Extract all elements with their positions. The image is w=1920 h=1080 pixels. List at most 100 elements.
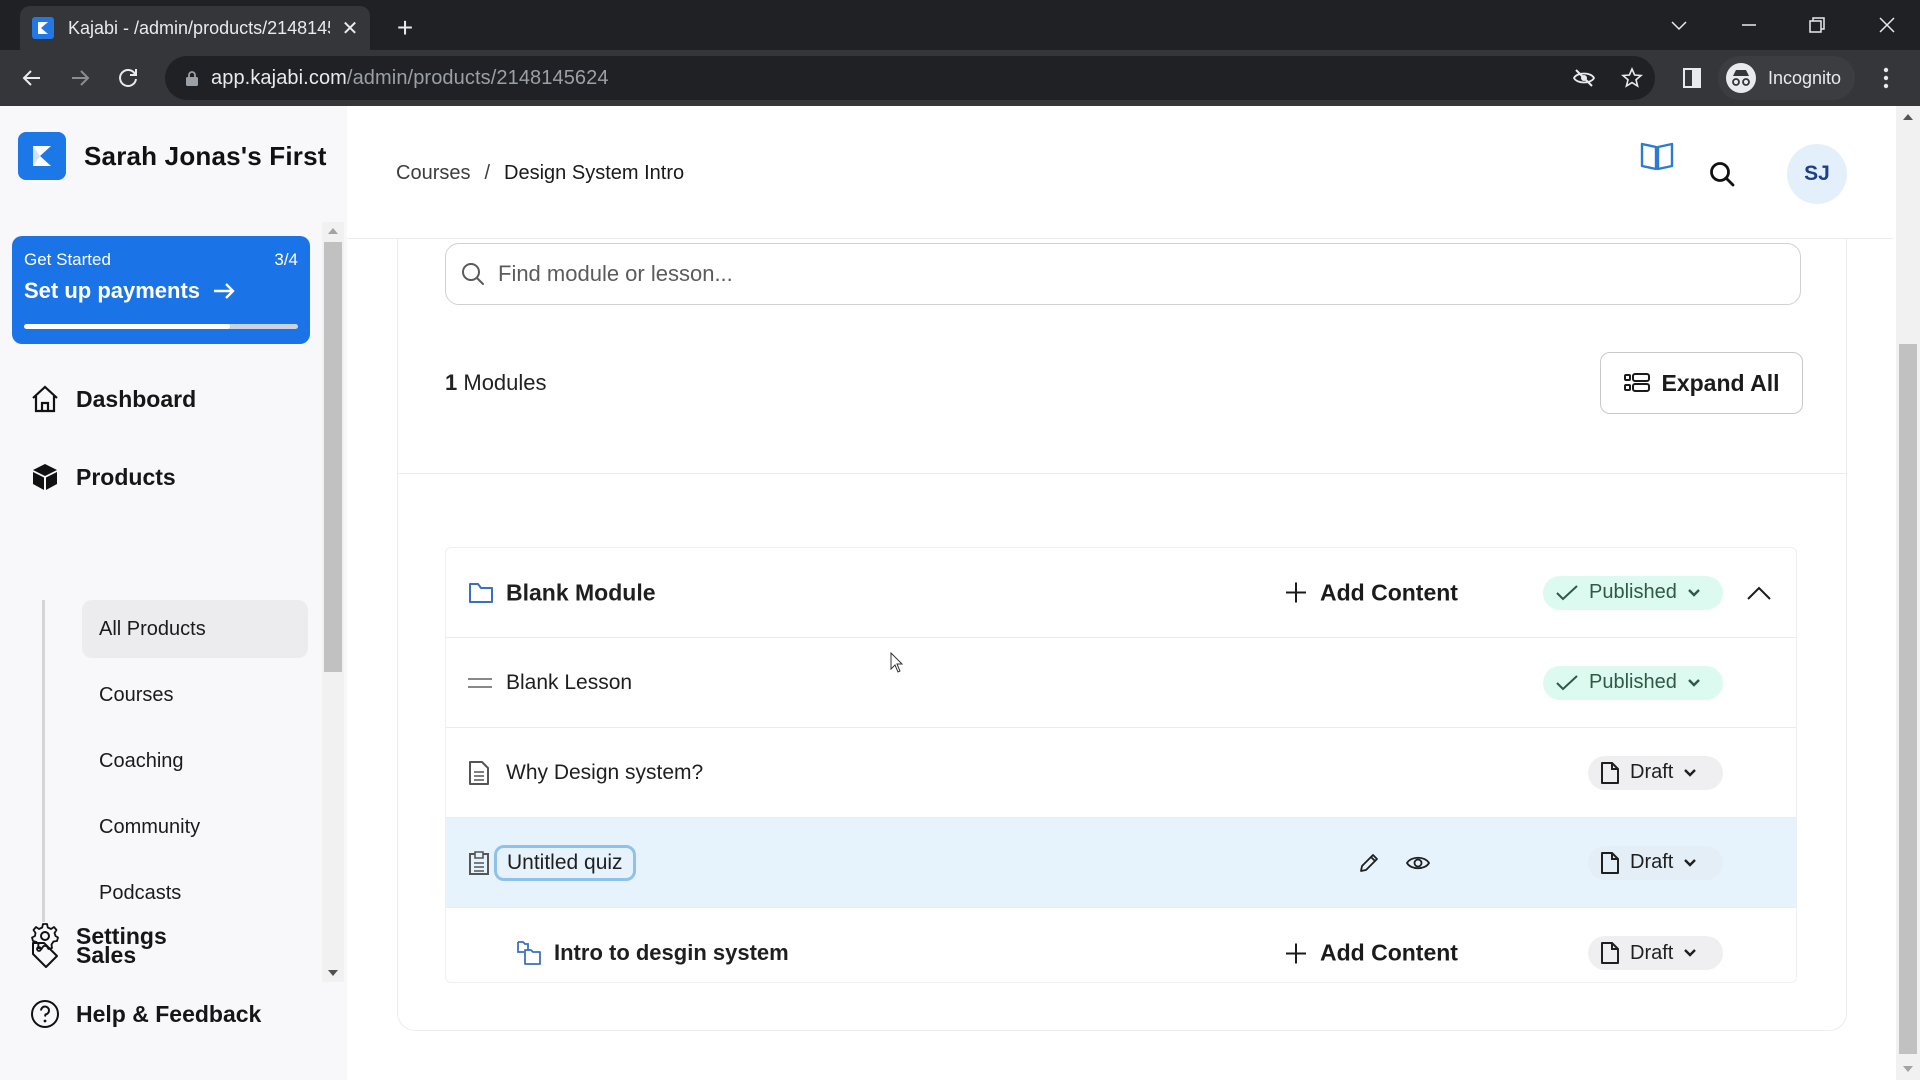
lesson-title[interactable]: Blank Lesson: [506, 671, 632, 695]
scroll-up-arrow-icon[interactable]: [328, 228, 338, 234]
quiz-icon: [469, 850, 489, 875]
search-icon[interactable]: [1708, 160, 1736, 188]
incognito-icon: [1726, 63, 1756, 93]
brand[interactable]: Sarah Jonas's First: [18, 132, 327, 180]
module-status-dropdown[interactable]: Published: [1543, 575, 1723, 610]
sidebar-item-community[interactable]: Community: [82, 798, 308, 856]
lock-icon: [186, 71, 198, 86]
sidebar-item-products[interactable]: Products: [30, 457, 176, 497]
chevron-down-icon: [1684, 858, 1697, 867]
add-content-button[interactable]: Add Content: [1284, 940, 1458, 967]
plus-icon: [1286, 943, 1306, 963]
chevron-down-icon: [1687, 588, 1700, 597]
add-content-button[interactable]: Add Content: [1284, 579, 1458, 606]
kajabi-logo-icon: [18, 132, 66, 180]
lesson-title-focused[interactable]: Untitled quiz: [494, 844, 636, 881]
scroll-down-arrow-icon[interactable]: [328, 970, 338, 976]
lesson-row[interactable]: Blank Lesson Published: [446, 638, 1796, 728]
divider: [398, 473, 1846, 474]
sidebar-item-all-products[interactable]: All Products: [82, 600, 308, 658]
book-icon[interactable]: [1640, 140, 1674, 172]
pencil-edit-icon[interactable]: [1357, 851, 1381, 875]
breadcrumb-current: Design System Intro: [504, 162, 685, 184]
page-scroll-down-icon[interactable]: [1903, 1066, 1913, 1072]
sidebar-item-settings[interactable]: Settings: [30, 916, 167, 956]
bookmark-star-icon[interactable]: [1620, 66, 1644, 90]
tab-close-icon[interactable]: ✕: [340, 16, 360, 41]
lesson-status-dropdown[interactable]: Draft: [1588, 755, 1723, 790]
list-icon: [1623, 373, 1650, 392]
lesson-row-selected[interactable]: Untitled quiz Draft: [446, 818, 1796, 908]
submodule-row[interactable]: Intro to desgin system Add Content Draft: [446, 908, 1796, 998]
browser-menu-icon[interactable]: [1876, 62, 1896, 94]
help-circle-icon: [30, 999, 60, 1029]
check-icon: [1556, 584, 1578, 600]
url-text: app.kajabi.com/admin/products/2148145624: [211, 66, 609, 89]
get-started-count: 3/4: [274, 250, 298, 269]
document-icon: [469, 760, 489, 785]
draft-file-icon: [1601, 942, 1619, 964]
check-icon: [1556, 674, 1578, 690]
sidebar-item-coaching[interactable]: Coaching: [82, 732, 308, 790]
kajabi-favicon-icon: [32, 17, 54, 39]
sidebar-item-help[interactable]: Help & Feedback: [30, 994, 261, 1034]
submodule-title[interactable]: Intro to desgin system: [554, 940, 789, 966]
gear-icon: [30, 921, 60, 951]
course-outline-card: 1 Modules Expand All Blank Module Add Co…: [397, 239, 1847, 1031]
address-bar[interactable]: app.kajabi.com/admin/products/2148145624: [165, 56, 1655, 100]
lesson-row[interactable]: Why Design system? Draft: [446, 728, 1796, 818]
page-scrollbar[interactable]: [1896, 106, 1920, 1080]
eye-off-icon[interactable]: [1572, 66, 1596, 90]
browser-tab[interactable]: Kajabi - /admin/products/2148145624 ✕: [20, 6, 370, 50]
expand-all-button[interactable]: Expand All: [1600, 352, 1803, 414]
lesson-status-dropdown[interactable]: Published: [1543, 665, 1723, 700]
side-panel-icon[interactable]: [1680, 66, 1704, 90]
site-name: Sarah Jonas's First: [84, 140, 327, 171]
sidebar-item-podcasts[interactable]: Podcasts: [82, 864, 308, 922]
modules-count: 1 Modules: [445, 370, 547, 395]
lesson-status-dropdown[interactable]: Draft: [1588, 845, 1723, 880]
eye-preview-icon[interactable]: [1405, 853, 1431, 873]
module-search[interactable]: [445, 243, 1801, 305]
drag-handle-icon[interactable]: [468, 676, 492, 690]
page-scroll-up-icon[interactable]: [1903, 114, 1913, 120]
incognito-profile-button[interactable]: Incognito: [1718, 56, 1856, 100]
submodule-status-dropdown[interactable]: Draft: [1588, 936, 1723, 970]
module-blank-module: Blank Module Add Content Published Blank…: [445, 547, 1797, 983]
tab-search-chevron-icon[interactable]: [1664, 10, 1694, 40]
forward-arrow-icon[interactable]: [64, 62, 96, 94]
get-started-progress: [24, 324, 298, 329]
user-avatar[interactable]: SJ: [1787, 144, 1847, 204]
sidebar-scroll-thumb[interactable]: [324, 242, 342, 672]
get-started-card[interactable]: Get Started 3/4 Set up payments: [12, 236, 310, 344]
module-search-input[interactable]: [498, 261, 1698, 287]
new-tab-button[interactable]: +: [390, 12, 420, 44]
minimize-window-icon[interactable]: [1734, 10, 1764, 40]
back-arrow-icon[interactable]: [16, 62, 48, 94]
module-title[interactable]: Blank Module: [506, 579, 656, 606]
sidebar-item-courses[interactable]: Courses: [82, 666, 308, 724]
close-window-icon[interactable]: [1872, 10, 1902, 40]
sidebar-scrollbar[interactable]: [322, 222, 344, 982]
home-icon: [30, 384, 60, 414]
breadcrumb-courses-link[interactable]: Courses: [396, 162, 470, 185]
breadcrumb: Courses / Design System Intro: [396, 162, 684, 185]
sidebar-item-dashboard[interactable]: Dashboard: [30, 379, 196, 419]
tab-title: Kajabi - /admin/products/2148145624: [68, 17, 330, 38]
plus-icon: [1286, 582, 1306, 603]
reload-icon[interactable]: [112, 62, 144, 94]
page-scroll-thumb[interactable]: [1899, 344, 1917, 1054]
mouse-cursor-icon: [890, 652, 904, 673]
get-started-title: Set up payments: [24, 278, 201, 303]
chevron-up-icon[interactable]: [1746, 585, 1772, 601]
draft-file-icon: [1601, 761, 1619, 784]
sidebar: Sarah Jonas's First Get Started 3/4 Set …: [0, 106, 347, 1080]
page-header: Courses / Design System Intro SJ: [347, 106, 1893, 239]
draft-file-icon: [1601, 851, 1619, 874]
lesson-title[interactable]: Why Design system?: [506, 761, 703, 785]
chevron-down-icon: [1684, 949, 1697, 957]
restore-window-icon[interactable]: [1802, 10, 1832, 40]
submodule-icon: [517, 941, 541, 965]
chevron-down-icon: [1687, 678, 1700, 687]
module-header-row[interactable]: Blank Module Add Content Published: [446, 548, 1796, 638]
